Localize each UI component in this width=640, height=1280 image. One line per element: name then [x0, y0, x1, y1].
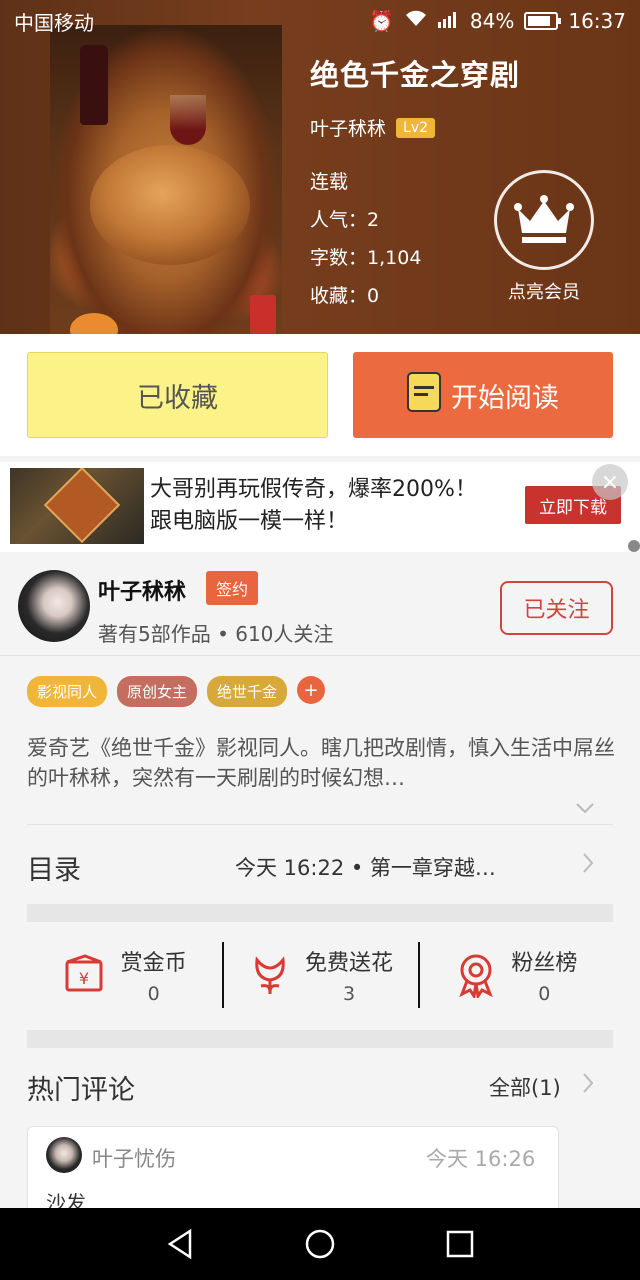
- carrier-label: 中国移动: [14, 10, 94, 35]
- ad-close-icon[interactable]: ×: [592, 464, 628, 500]
- ribbon-medal-icon: [453, 952, 499, 998]
- vip-label: 点亮会员: [508, 282, 580, 303]
- tag-item[interactable]: 影视同人: [27, 676, 108, 707]
- book-state: 连载: [310, 171, 349, 193]
- popularity-value: 2: [367, 209, 380, 231]
- stat-label: 粉丝榜: [511, 951, 578, 976]
- popularity-row: 人气：2: [310, 209, 380, 231]
- crown-icon: [494, 170, 594, 270]
- reward-coin-icon: ¥: [63, 952, 109, 998]
- signed-badge: 签约: [206, 571, 259, 605]
- commenter-avatar[interactable]: [46, 1137, 82, 1173]
- book-info: 绝色千金之穿剧 叶子秫秫 Lv2 连载 人气：2 字数：1,104 收藏：0: [310, 52, 520, 315]
- book-description[interactable]: 爱奇艺《绝世千金》影视同人。瞎几把改剧情，慎入生活中屌丝的叶秫秫，突然有一天刷剧…: [27, 733, 617, 793]
- catalog-title: 目录: [27, 855, 81, 886]
- alarm-icon: ⏰: [369, 9, 394, 33]
- section-separator: [27, 904, 613, 922]
- catalog-row[interactable]: 目录 今天 16:22 • 第一章穿越…: [27, 838, 613, 898]
- favorites-value: 0: [367, 285, 380, 307]
- ad-marker-icon: [628, 540, 640, 552]
- wifi-icon: [404, 9, 428, 33]
- tag-list: 影视同人 原创女主 绝世千金 +: [27, 676, 326, 707]
- book-cover-image[interactable]: [50, 25, 282, 334]
- stats-row: ¥ 赏金币 0 免费送花 3 粉丝榜 0: [27, 930, 613, 1020]
- word-count-row: 字数：1,104: [310, 247, 422, 269]
- reward-coin-stat[interactable]: ¥ 赏金币 0: [27, 930, 222, 1020]
- tag-item[interactable]: 原创女主: [117, 676, 198, 707]
- hot-comments-title: 热门评论: [27, 1075, 135, 1106]
- book-actions: 已收藏 开始阅读: [0, 334, 640, 456]
- author-level-badge: Lv2: [396, 117, 436, 138]
- author-name[interactable]: 叶子秫秫: [98, 574, 186, 606]
- book-title: 绝色千金之穿剧: [310, 58, 521, 92]
- clock: 16:37: [568, 9, 626, 33]
- battery-percent: 84%: [469, 9, 515, 33]
- stat-value: 0: [147, 983, 160, 1005]
- ad-image: [10, 468, 144, 544]
- expand-chevron-icon[interactable]: [575, 795, 595, 815]
- hot-comments-header: 热门评论 全部(1): [27, 1068, 613, 1108]
- flower-stat[interactable]: 免费送花 3: [222, 930, 417, 1020]
- follow-button[interactable]: 已关注: [500, 581, 613, 635]
- vip-button[interactable]: 点亮会员: [494, 170, 594, 304]
- ad-text: 大哥别再玩假传奇，爆率200%！ 跟电脑版一模一样！: [150, 477, 477, 534]
- book-author[interactable]: 叶子秫秫: [310, 114, 386, 141]
- chevron-right-icon: [582, 852, 594, 880]
- author-stats: 著有5部作品 • 610人关注: [98, 622, 334, 646]
- system-nav-bar: [0, 1208, 640, 1280]
- fans-rank-stat[interactable]: 粉丝榜 0: [417, 930, 613, 1020]
- author-avatar[interactable]: [18, 570, 90, 642]
- book-icon: [407, 371, 441, 419]
- flower-icon: [247, 952, 293, 998]
- stat-label: 赏金币: [120, 951, 187, 976]
- stat-value: 0: [538, 983, 551, 1005]
- stat-label: 免费送花: [304, 951, 393, 976]
- status-bar: 中国移动 ⏰ 84% 16:37: [0, 0, 640, 42]
- word-count-value: 1,104: [367, 247, 422, 269]
- author-section: 叶子秫秫 签约 著有5部作品 • 610人关注 已关注: [0, 560, 640, 656]
- latest-chapter: 今天 16:22 • 第一章穿越…: [235, 856, 496, 880]
- battery-icon: [524, 12, 562, 30]
- tag-item[interactable]: 绝世千金: [207, 676, 288, 707]
- collected-button[interactable]: 已收藏: [27, 352, 328, 438]
- add-tag-icon[interactable]: +: [297, 676, 326, 704]
- favorites-row: 收藏：0: [310, 285, 380, 307]
- signal-icon: [437, 9, 460, 33]
- section-separator: [27, 1030, 613, 1048]
- start-reading-label: 开始阅读: [451, 382, 559, 414]
- back-icon[interactable]: [160, 1224, 200, 1264]
- start-reading-button[interactable]: 开始阅读: [353, 352, 613, 438]
- chevron-right-icon[interactable]: [582, 1072, 594, 1100]
- svg-text:¥: ¥: [79, 969, 89, 988]
- recents-icon[interactable]: [440, 1224, 480, 1264]
- commenter-name[interactable]: 叶子忧伤: [92, 1143, 176, 1173]
- stat-value: 3: [342, 983, 356, 1005]
- ad-banner[interactable]: 大哥别再玩假传奇，爆率200%！ 跟电脑版一模一样！ 立即下载 ×: [0, 462, 640, 552]
- home-icon[interactable]: [300, 1224, 340, 1264]
- comment-time: 今天 16:26: [426, 1147, 536, 1171]
- book-header: 中国移动 ⏰ 84% 16:37 绝色千金之穿剧 叶子秫秫 Lv2 连载 人气：…: [0, 0, 640, 334]
- all-comments-link[interactable]: 全部(1): [489, 1072, 561, 1102]
- divider: [27, 824, 613, 825]
